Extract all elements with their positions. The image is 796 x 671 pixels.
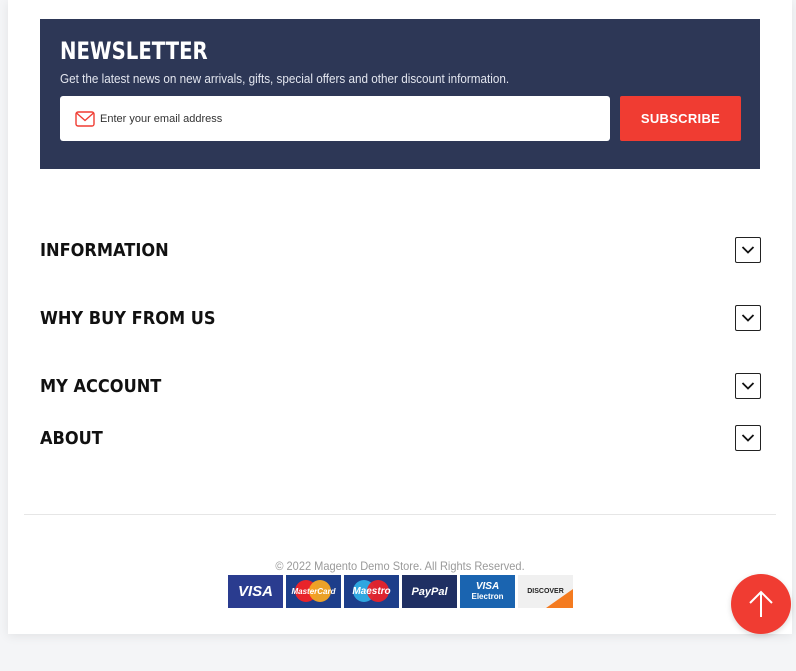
newsletter-description: Get the latest news on new arrivals, gif… [60, 71, 510, 86]
footer-divider [24, 514, 776, 515]
footer-section-my-account[interactable]: MY ACCOUNT [40, 373, 761, 399]
footer-section-why-buy[interactable]: WHY BUY FROM US [40, 305, 761, 331]
footer-page: NEWSLETTER Get the latest news on new ar… [8, 0, 792, 634]
paypal-logo: PayPal [402, 575, 457, 608]
payment-label: PayPal [411, 585, 448, 598]
email-input[interactable] [100, 103, 600, 134]
chevron-down-icon [741, 314, 755, 322]
section-toggle-button[interactable] [735, 237, 761, 263]
footer-section-information[interactable]: INFORMATION [40, 237, 761, 263]
chevron-down-icon [741, 382, 755, 390]
payment-sub-label: Electron [471, 592, 504, 601]
visa-logo: VISA [228, 575, 283, 608]
mastercard-logo: MasterCard [286, 575, 341, 608]
discover-logo: DISCOVER [518, 575, 573, 608]
section-toggle-button[interactable] [735, 305, 761, 331]
section-title: MY ACCOUNT [40, 375, 162, 397]
mail-icon [75, 110, 95, 127]
section-toggle-button[interactable] [735, 373, 761, 399]
payment-label: DISCOVER [527, 588, 564, 595]
copyright-text: © 2022 Magento Demo Store. All Rights Re… [275, 559, 525, 573]
chevron-down-icon [741, 246, 755, 254]
maestro-logo: Maestro [344, 575, 399, 608]
footer-section-about[interactable]: ABOUT [40, 425, 761, 451]
payment-methods: VISA MasterCard Maestro PayPal VISA Elec… [228, 575, 573, 608]
visa-electron-logo: VISA Electron [460, 575, 515, 608]
payment-label: MasterCard [291, 587, 336, 596]
payment-label: Maestro [352, 586, 391, 597]
back-to-top-button[interactable] [731, 574, 791, 634]
payment-label: VISA [237, 583, 273, 600]
section-title: INFORMATION [40, 239, 169, 261]
newsletter-input-wrapper [60, 96, 610, 141]
section-title: ABOUT [40, 427, 103, 449]
newsletter-section: NEWSLETTER Get the latest news on new ar… [40, 19, 760, 169]
section-title: WHY BUY FROM US [40, 307, 216, 329]
arrow-up-icon [749, 590, 773, 617]
chevron-down-icon [741, 434, 755, 442]
subscribe-button[interactable]: SUBSCRIBE [620, 96, 741, 141]
newsletter-title: NEWSLETTER [60, 37, 208, 65]
section-toggle-button[interactable] [735, 425, 761, 451]
payment-label: VISA [475, 581, 500, 592]
